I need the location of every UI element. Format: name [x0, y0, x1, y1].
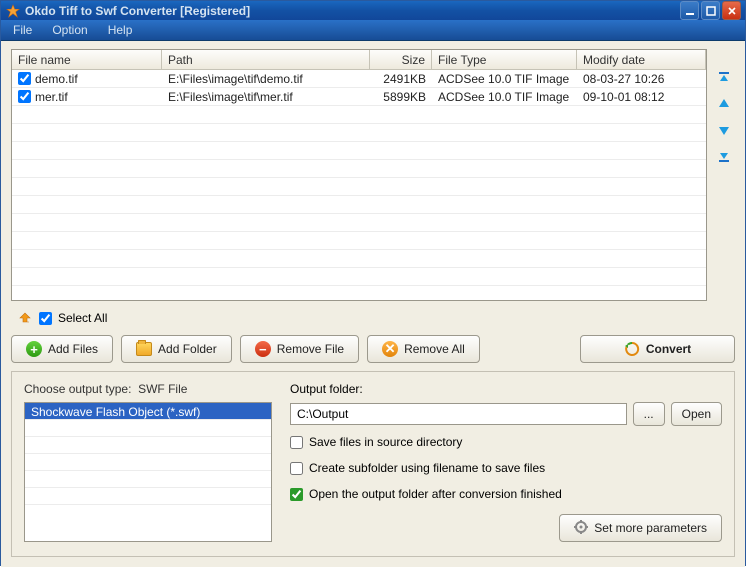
- file-table: File name Path Size File Type Modify dat…: [11, 49, 707, 301]
- menu-help[interactable]: Help: [98, 20, 143, 40]
- add-files-label: Add Files: [48, 342, 98, 356]
- app-icon: [5, 3, 21, 19]
- maximize-button[interactable]: [701, 1, 720, 20]
- remove-all-button[interactable]: ✕ Remove All: [367, 335, 480, 363]
- open-after-label: Open the output folder after conversion …: [309, 487, 562, 501]
- move-down-button[interactable]: [715, 121, 733, 139]
- select-all-label: Select All: [58, 311, 107, 325]
- output-folder-section: Output folder: ... Open Save files in so…: [290, 382, 722, 542]
- file-type: ACDSee 10.0 TIF Image: [432, 71, 577, 87]
- move-bottom-button[interactable]: [715, 147, 733, 165]
- convert-icon: [624, 341, 640, 357]
- select-all-row: Select All: [11, 309, 735, 327]
- client-area: File name Path Size File Type Modify dat…: [1, 41, 745, 567]
- table-row[interactable]: mer.tif E:\Files\image\tif\mer.tif5899KBA…: [12, 88, 706, 106]
- save-in-source-label: Save files in source directory: [309, 435, 462, 449]
- col-header-date[interactable]: Modify date: [577, 50, 706, 69]
- add-folder-button[interactable]: Add Folder: [121, 335, 232, 363]
- convert-button[interactable]: Convert: [580, 335, 735, 363]
- move-top-button[interactable]: [715, 69, 733, 87]
- more-params-label: Set more parameters: [594, 521, 707, 535]
- add-folder-label: Add Folder: [158, 342, 217, 356]
- minimize-button[interactable]: [680, 1, 699, 20]
- table-row[interactable]: demo.tif E:\Files\image\tif\demo.tif2491K…: [12, 70, 706, 88]
- open-after-checkbox[interactable]: [290, 488, 303, 501]
- action-toolbar: + Add Files Add Folder − Remove File ✕ R…: [11, 335, 735, 363]
- file-table-body: demo.tif E:\Files\image\tif\demo.tif2491K…: [12, 70, 706, 301]
- file-name: mer.tif: [35, 90, 68, 104]
- set-more-parameters-button[interactable]: Set more parameters: [559, 514, 722, 542]
- select-all-checkbox[interactable]: [39, 312, 52, 325]
- save-in-source-checkbox[interactable]: [290, 436, 303, 449]
- reorder-buttons: [713, 49, 735, 301]
- output-folder-input[interactable]: [290, 403, 627, 425]
- output-type-section: Choose output type: SWF File Shockwave F…: [24, 382, 272, 542]
- output-type-list[interactable]: Shockwave Flash Object (*.swf): [24, 402, 272, 542]
- browse-button[interactable]: ...: [633, 402, 665, 426]
- file-name: demo.tif: [35, 72, 78, 86]
- open-folder-button[interactable]: Open: [671, 402, 722, 426]
- col-header-type[interactable]: File Type: [432, 50, 577, 69]
- col-header-name[interactable]: File name: [12, 50, 162, 69]
- convert-label: Convert: [646, 342, 691, 356]
- col-header-size[interactable]: Size: [370, 50, 432, 69]
- col-header-path[interactable]: Path: [162, 50, 370, 69]
- minus-icon: −: [255, 341, 271, 357]
- file-table-header: File name Path Size File Type Modify dat…: [12, 50, 706, 70]
- row-checkbox[interactable]: [18, 72, 31, 85]
- row-checkbox[interactable]: [18, 90, 31, 103]
- menu-option[interactable]: Option: [42, 20, 97, 40]
- title-bar: Okdo Tiff to Swf Converter [Registered]: [1, 1, 745, 20]
- create-subfolder-checkbox[interactable]: [290, 462, 303, 475]
- menu-bar: File Option Help: [1, 20, 745, 41]
- title-text: Okdo Tiff to Swf Converter [Registered]: [25, 4, 250, 18]
- add-files-button[interactable]: + Add Files: [11, 335, 113, 363]
- output-folder-label: Output folder:: [290, 382, 722, 396]
- file-path: E:\Files\image\tif\demo.tif: [162, 71, 370, 87]
- remove-file-label: Remove File: [277, 342, 344, 356]
- output-type-prefix: Choose output type:: [24, 382, 131, 396]
- file-size: 2491KB: [370, 71, 432, 87]
- output-panel: Choose output type: SWF File Shockwave F…: [11, 371, 735, 557]
- file-size: 5899KB: [370, 89, 432, 105]
- file-path: E:\Files\image\tif\mer.tif: [162, 89, 370, 105]
- menu-file[interactable]: File: [3, 20, 42, 40]
- create-subfolder-label: Create subfolder using filename to save …: [309, 461, 545, 475]
- parent-folder-icon[interactable]: [17, 310, 33, 326]
- file-type: ACDSee 10.0 TIF Image: [432, 89, 577, 105]
- file-date: 08-03-27 10:26: [577, 71, 706, 87]
- list-item[interactable]: Shockwave Flash Object (*.swf): [25, 403, 271, 420]
- plus-icon: +: [26, 341, 42, 357]
- app-window: Okdo Tiff to Swf Converter [Registered] …: [0, 0, 746, 566]
- output-type-label: Choose output type: SWF File: [24, 382, 272, 396]
- close-button[interactable]: [722, 1, 741, 20]
- move-up-button[interactable]: [715, 95, 733, 113]
- gear-icon: [574, 520, 588, 537]
- folder-icon: [136, 342, 152, 356]
- remove-file-button[interactable]: − Remove File: [240, 335, 359, 363]
- remove-all-label: Remove All: [404, 342, 465, 356]
- file-list-area: File name Path Size File Type Modify dat…: [11, 49, 735, 301]
- file-date: 09-10-01 08:12: [577, 89, 706, 105]
- output-type-value: SWF File: [138, 382, 187, 396]
- x-icon: ✕: [382, 341, 398, 357]
